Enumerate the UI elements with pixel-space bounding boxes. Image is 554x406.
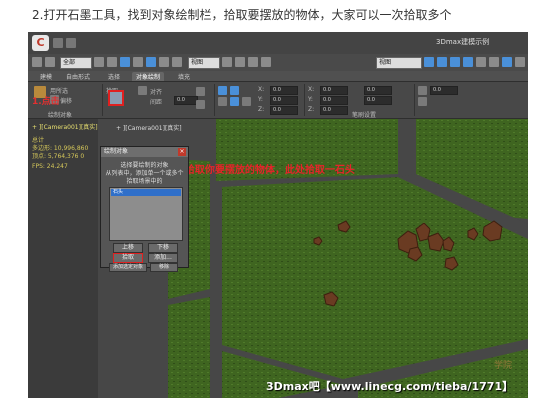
step-label: 偏移 xyxy=(60,98,73,105)
material-editor-icon[interactable] xyxy=(476,57,486,67)
align-icon-2[interactable] xyxy=(138,86,147,95)
reference-coord-dropdown[interactable]: 视图 xyxy=(188,57,220,69)
coord-x-spinner[interactable]: 0.0 xyxy=(270,86,298,95)
toggle-icon[interactable] xyxy=(418,97,427,106)
paint-objects-dialog: 绘制对象 × 选择要绘制的对象 从列表中，添加单一个或多个 拾取场景中的 石头 … xyxy=(100,146,189,272)
dialog-title: 绘制对象 xyxy=(104,148,129,155)
extra-spinner[interactable]: 0.0 xyxy=(430,86,458,95)
site-logo: 学院 xyxy=(494,361,513,371)
move-up-button[interactable]: 上移 xyxy=(113,243,143,253)
pivot-icon[interactable] xyxy=(222,57,232,67)
select-by-name-icon[interactable] xyxy=(107,57,117,67)
stat-verts: 顶点: 5,764,376 0 xyxy=(32,153,85,160)
grass-block-6 xyxy=(168,297,210,398)
undo-icon[interactable] xyxy=(53,38,63,48)
pick-button-highlight[interactable] xyxy=(108,90,124,106)
tutorial-caption: 2.打开石墨工具，找到对象绘制栏，拾取要摆放的物体，大家可以一次拾取多个 xyxy=(32,8,452,22)
coord-y-label: Y: xyxy=(258,96,263,103)
selection-filter-dropdown[interactable]: 全部 xyxy=(60,57,92,69)
mirror-icon[interactable] xyxy=(424,57,434,67)
select-icon[interactable] xyxy=(94,57,104,67)
dialog-desc-3: 拾取场景中的 xyxy=(126,178,163,185)
align-label: 对齐 xyxy=(150,89,163,96)
unlink-icon[interactable] xyxy=(45,57,55,67)
coord-y-spinner[interactable]: 0.0 xyxy=(270,96,298,105)
render-icon[interactable] xyxy=(515,57,525,67)
region-select-icon[interactable] xyxy=(120,57,130,67)
check-icon[interactable] xyxy=(196,87,205,96)
x-close-icon[interactable] xyxy=(196,100,205,109)
y-axis-icon[interactable] xyxy=(230,97,239,106)
render-frame-icon[interactable] xyxy=(502,57,512,67)
rotate-icon[interactable] xyxy=(159,57,169,67)
scale-y-spinner[interactable]: 0.0 xyxy=(320,96,348,105)
main-toolbar: 全部 视图 视图 xyxy=(28,54,528,72)
brush-settings-label: 笔刷设置 xyxy=(352,112,377,119)
z-axis-icon[interactable] xyxy=(242,97,251,106)
stats-panel: + ][Camera001][真实] 总计 多边形: 10,996,860 顶点… xyxy=(28,119,99,398)
window-title: 3Dmax建模示例 xyxy=(436,38,490,46)
named-selection-dropdown[interactable]: 视图 xyxy=(376,57,422,69)
coord-z-label: Z: xyxy=(258,106,265,113)
tab-populate[interactable]: 填充 xyxy=(178,72,190,81)
x-axis-icon[interactable] xyxy=(218,97,227,106)
offset-icon[interactable] xyxy=(218,86,227,95)
pick-button[interactable]: 拾取 xyxy=(113,253,143,263)
viewport-label[interactable]: + ][Camera001][真实] xyxy=(116,123,182,132)
scale-x-label: X: xyxy=(308,86,315,93)
object-list[interactable]: 石头 xyxy=(109,187,183,241)
snap-icon[interactable] xyxy=(235,57,245,67)
redo-icon[interactable] xyxy=(66,38,76,48)
ribbon-panel: 用所选 偏移 绘制对象 拾取 对齐 间距 0.0 X: 0.0 Y: 0.0 Z… xyxy=(28,82,528,119)
rotate-x-spinner[interactable]: 0.0 xyxy=(364,86,392,95)
tab-freeform[interactable]: 自由形式 xyxy=(66,72,90,81)
move-down-button[interactable]: 下移 xyxy=(148,243,178,253)
step1-annotation: 1.点击 xyxy=(32,97,60,107)
tab-object-paint[interactable]: 对象绘制 xyxy=(132,72,165,81)
rotate-y-spinner[interactable]: 0.0 xyxy=(364,96,392,105)
scale-icon[interactable] xyxy=(172,57,182,67)
add-selected-button[interactable]: 添加选定对象 xyxy=(109,263,147,272)
panel-title: + ][Camera001][真实] xyxy=(32,124,98,131)
ribbon-tabs: 建模 自由形式 选择 对象绘制 填充 xyxy=(28,71,528,82)
scale-y-label: Y: xyxy=(308,96,313,103)
layer-icon[interactable] xyxy=(450,57,460,67)
watermark: 3Dmax吧【www.linecg.com/tieba/1771】 xyxy=(266,380,514,393)
rotation-icon[interactable] xyxy=(230,86,239,95)
scale-x-spinner[interactable]: 0.0 xyxy=(320,86,348,95)
brush-settings-group: X: 0.0 Y: 0.0 Z: 0.0 笔刷设置 0.0 0.0 xyxy=(304,84,415,119)
app-icon[interactable]: C xyxy=(32,35,49,51)
percent-snap-icon[interactable] xyxy=(261,57,271,67)
list-item[interactable]: 石头 xyxy=(111,189,181,196)
tab-modeling[interactable]: 建模 xyxy=(40,72,52,81)
menu-bar: C 3Dmax建模示例 xyxy=(28,32,528,55)
stat-fps: FPS: 24.247 xyxy=(32,163,68,170)
screenshot-3dsmax: C 3Dmax建模示例 全部 视图 视图 建模 自由形式 选择 对象绘制 填充 … xyxy=(28,32,528,398)
paint-objects-group-label: 绘制对象 xyxy=(48,112,73,119)
move-icon[interactable] xyxy=(146,57,156,67)
scale-z-label: Z: xyxy=(308,106,315,113)
coord-z-spinner[interactable]: 0.0 xyxy=(270,106,298,115)
add-button[interactable]: 添加... xyxy=(148,253,178,263)
link-icon[interactable] xyxy=(32,57,42,67)
extra-group: 0.0 xyxy=(414,84,528,116)
spacing-spinner[interactable]: 0.0 xyxy=(174,96,198,105)
scale-z-spinner[interactable]: 0.0 xyxy=(320,106,348,115)
angle-snap-icon[interactable] xyxy=(248,57,258,67)
remove-button[interactable]: 移除 xyxy=(150,263,178,272)
tab-selection[interactable]: 选择 xyxy=(108,72,120,81)
window-crossing-icon[interactable] xyxy=(133,57,143,67)
dialog-titlebar: 绘制对象 × xyxy=(101,147,188,157)
render-setup-icon[interactable] xyxy=(489,57,499,67)
spacing-label: 间距 xyxy=(150,99,163,106)
settings-icon[interactable] xyxy=(418,86,427,95)
align-icon[interactable] xyxy=(437,57,447,67)
close-icon[interactable]: × xyxy=(178,148,186,156)
coord-x-label: X: xyxy=(258,86,265,93)
curve-editor-icon[interactable] xyxy=(463,57,473,67)
transform-group: X: 0.0 Y: 0.0 Z: 0.0 xyxy=(214,84,305,116)
